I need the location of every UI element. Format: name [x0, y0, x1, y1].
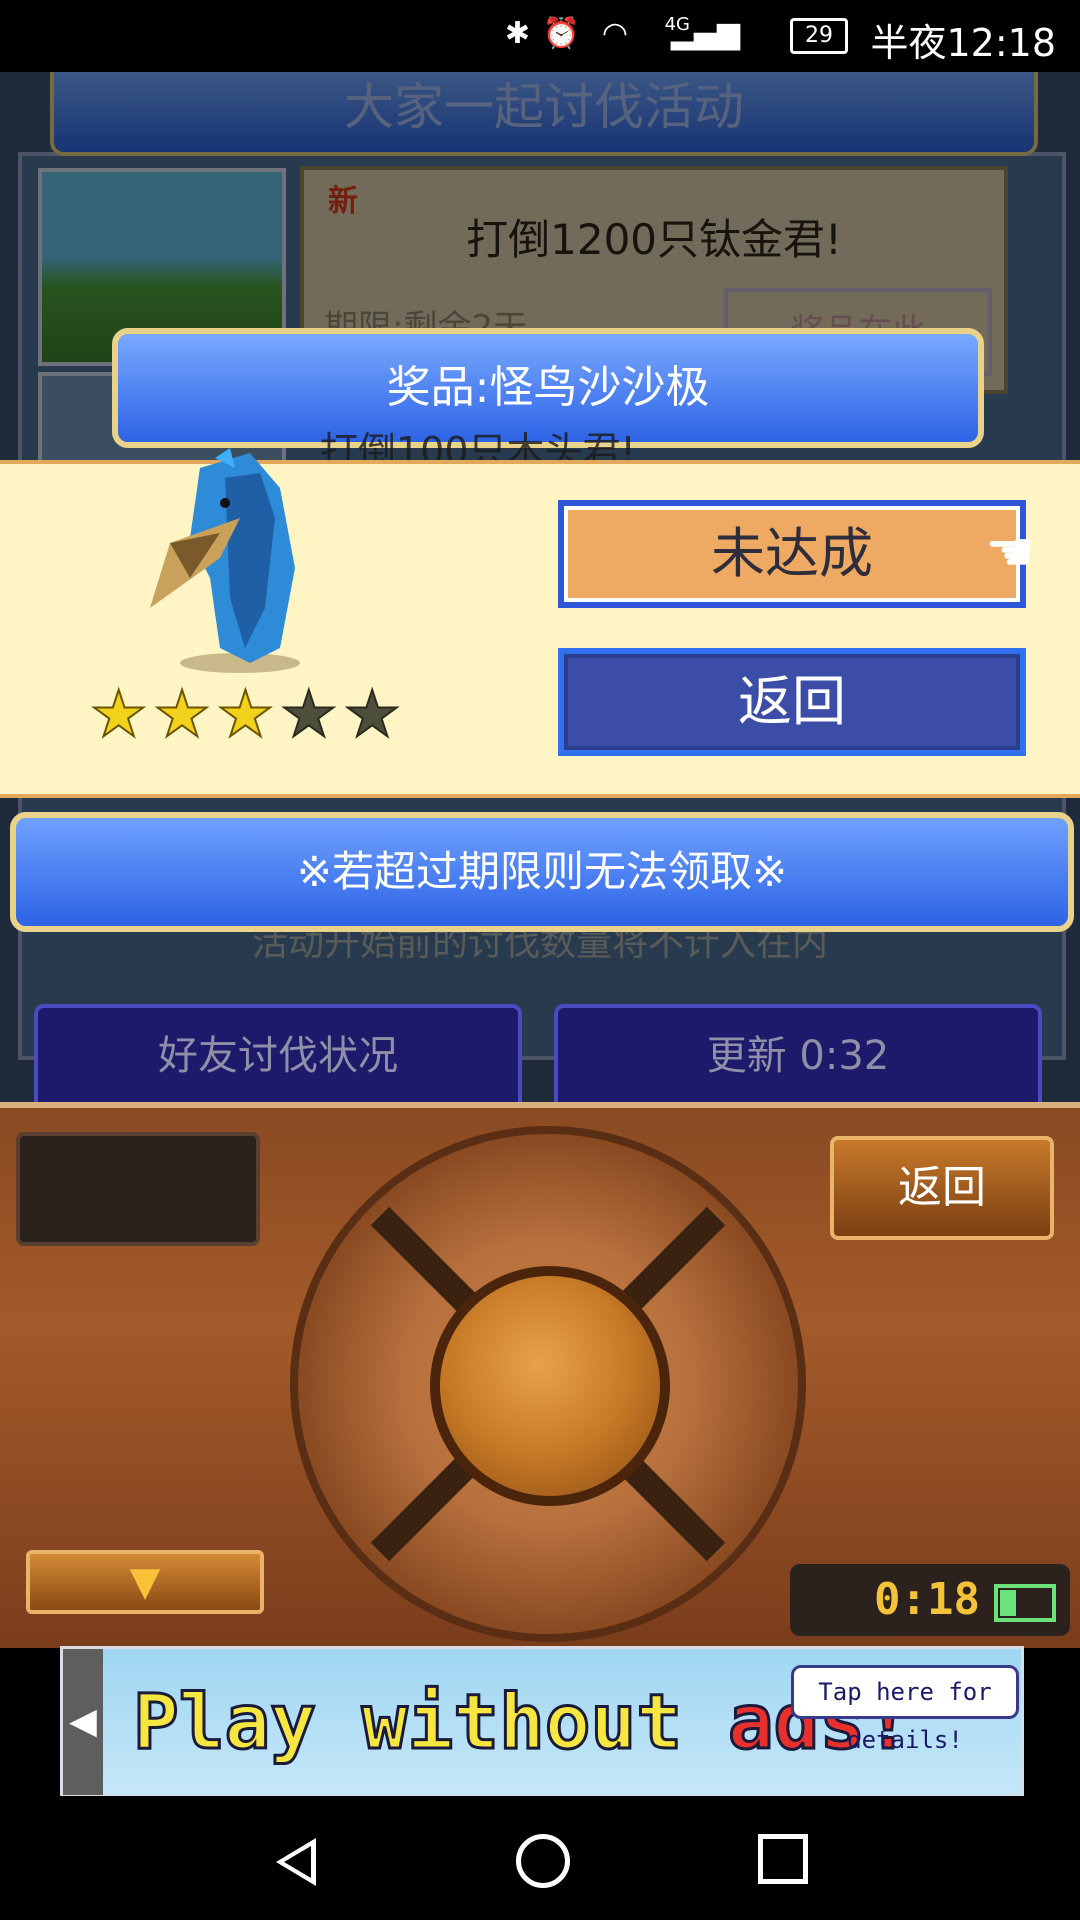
refresh-label: 更新 0:32 [706, 1033, 890, 1079]
ad-collapse-arrow-icon[interactable]: ◀ [63, 1649, 103, 1795]
controller-back-button[interactable]: 返回 [830, 1136, 1054, 1240]
unreached-label: 未达成 [711, 522, 873, 585]
alarm-icon: ⏰ [542, 16, 580, 51]
star-filled-icon: ★ [152, 678, 211, 752]
down-arrow-icon: ▼ [129, 1559, 161, 1605]
prize-back-label: 返回 [738, 670, 846, 733]
refresh-button[interactable]: 更新 0:32 [554, 1004, 1042, 1108]
action-button[interactable] [430, 1266, 670, 1506]
star-filled-icon: ★ [216, 678, 275, 752]
notice-text: ※若超过期限则无法领取※ [296, 847, 788, 896]
controller-back-label: 返回 [898, 1162, 986, 1213]
nav-recents-icon[interactable] [758, 1834, 808, 1884]
nav-back-inner [284, 1846, 311, 1878]
prize-back-button[interactable]: 返回 [558, 648, 1026, 756]
star-empty-icon: ★ [342, 678, 401, 752]
controller-screen [16, 1132, 260, 1246]
status-clock: 半夜12:18 [870, 21, 1056, 65]
timer-display: 0:18 [790, 1564, 1070, 1636]
pointing-hand-icon: ☚ [985, 520, 1036, 585]
status-bar: ✱ ⏰ ◠ 4G ▂▄▆ 29 半夜12:18 [0, 0, 1080, 72]
notice-banner: ※若超过期限则无法领取※ [10, 812, 1074, 932]
bluetooth-icon: ✱ [504, 16, 530, 51]
star-filled-icon: ★ [89, 678, 148, 752]
star-empty-icon: ★ [279, 678, 338, 752]
battery-indicator: 29 [790, 18, 848, 54]
unreached-button[interactable]: 未达成 [558, 500, 1026, 608]
timer-text: 0:18 [874, 1574, 980, 1625]
signal-icon: ▂▄▆ [670, 16, 740, 51]
nav-home-icon[interactable] [516, 1834, 570, 1888]
ad-banner[interactable]: ◀ Play without ads! Tap here for details… [60, 1646, 1024, 1798]
friend-status-label: 好友讨伐状况 [158, 1033, 398, 1079]
wifi-icon: ◠ [601, 16, 628, 51]
ad-details-bubble[interactable]: Tap here for details! [791, 1665, 1019, 1754]
scroll-down-button[interactable]: ▼ [26, 1550, 264, 1614]
battery-icon [994, 1584, 1056, 1622]
rarity-stars: ★ ★ ★ ★ ★ [89, 678, 410, 752]
friend-status-button[interactable]: 好友讨伐状况 [34, 1004, 522, 1108]
bird-monster-image [150, 448, 300, 673]
